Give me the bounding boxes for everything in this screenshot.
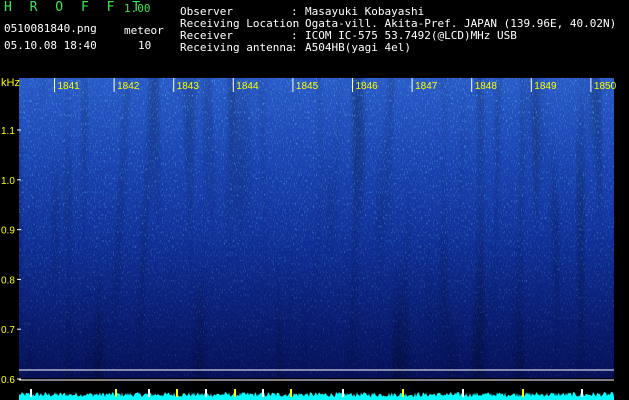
trace-marker	[522, 389, 524, 397]
time-label: 1847	[415, 81, 438, 92]
y-axis: kHz 1.1 1.0 0.9 0.8 0.7 0.6	[1, 77, 21, 386]
trace-marker	[148, 389, 150, 397]
y-tick-label: 0.9	[1, 226, 15, 237]
trace-marker	[205, 389, 207, 397]
y-tick-label: 0.6	[1, 375, 15, 386]
y-tick-label: 0.8	[1, 275, 15, 286]
time-label: 1846	[356, 81, 379, 92]
trace-marker	[342, 389, 344, 397]
time-label: 1848	[475, 81, 498, 92]
trace-marker	[462, 389, 464, 397]
time-label: 1843	[177, 81, 200, 92]
trace-marker	[262, 389, 264, 397]
trace-marker	[176, 389, 178, 397]
spectrogram-image	[19, 78, 614, 378]
spectrogram-plot: kHz 1.1 1.0 0.9 0.8 0.7 0.6 1841 1842 1843 1844 1…	[1, 77, 617, 400]
y-axis-unit: kHz	[1, 77, 20, 89]
signal-trace	[19, 389, 614, 400]
trace-marker	[402, 389, 404, 397]
y-tick-label: 1.1	[1, 126, 15, 137]
time-label: 1849	[534, 81, 557, 92]
trace-marker	[581, 389, 583, 397]
time-label: 1842	[117, 81, 140, 92]
y-tick-label: 1.0	[1, 176, 15, 187]
time-label: 1845	[296, 81, 319, 92]
time-label: 1844	[236, 81, 259, 92]
trace-marker	[234, 389, 236, 397]
trace-marker	[115, 389, 117, 397]
trace-marker	[30, 389, 32, 397]
time-label: 1850	[594, 81, 617, 92]
trace-marker	[290, 389, 292, 397]
time-label: 1841	[58, 81, 81, 92]
y-tick-label: 0.7	[1, 325, 15, 336]
